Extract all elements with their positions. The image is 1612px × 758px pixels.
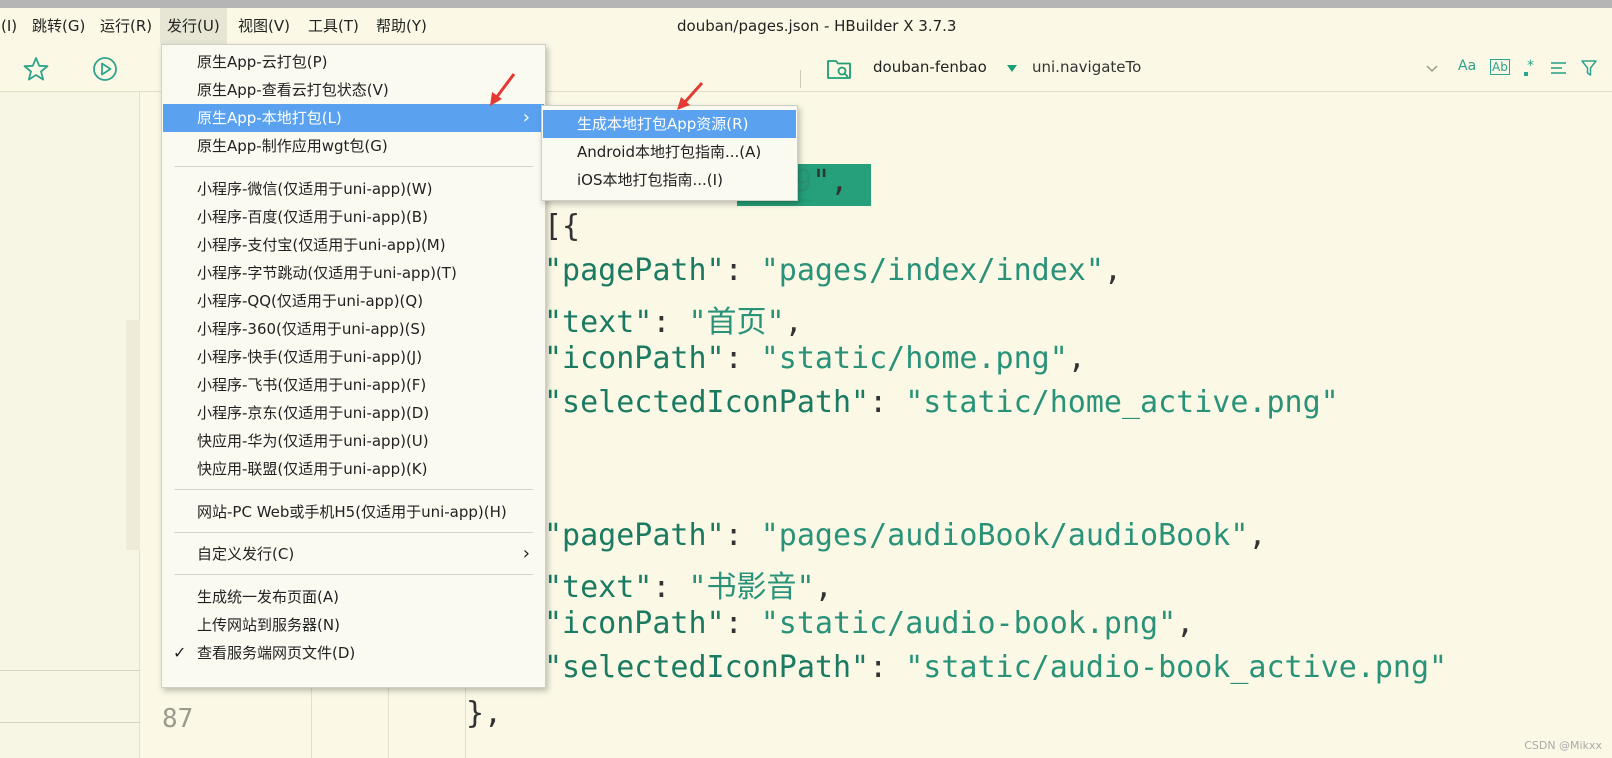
menu-item-mp-toutiao[interactable]: 小程序-字节跳动(仅适用于uni-app)(T)	[163, 259, 544, 287]
menu-divider	[174, 574, 533, 575]
line-number: 87	[162, 704, 194, 734]
menu-item-custom-publish[interactable]: 自定义发行(C) ›	[163, 540, 544, 568]
menu-item-quickapp-huawei[interactable]: 快应用-华为(仅适用于uni-app)(U)	[163, 427, 544, 455]
submenu-item-ios-guide[interactable]: iOS本地打包指南...(I)	[543, 166, 796, 194]
menu-item-mp-360[interactable]: 小程序-360(仅适用于uni-app)(S)	[163, 315, 544, 343]
window-title: douban/pages.json - HBuilder X 3.7.3	[677, 17, 957, 35]
chevron-down-icon[interactable]	[1425, 61, 1439, 80]
divider	[0, 670, 140, 671]
menu-item-wgt-pack[interactable]: 原生App-制作应用wgt包(G)	[163, 132, 544, 160]
code-key: "selectedIconPath"	[544, 650, 870, 685]
code-line: "text": "首页",	[544, 305, 803, 340]
code-value: "首页"	[688, 305, 785, 340]
code-line: [{	[544, 209, 581, 244]
annotation-arrow-icon	[490, 73, 516, 106]
menu-item-mp-baidu[interactable]: 小程序-百度(仅适用于uni-app)(B)	[163, 203, 544, 231]
menu-item-mp-weixin[interactable]: 小程序-微信(仅适用于uni-app)(W)	[163, 175, 544, 203]
code-key: "pagePath"	[544, 253, 725, 288]
code-line: "pagePath": "pages/index/index",	[544, 253, 1122, 288]
code-value: "static/audio-book_active.png"	[905, 650, 1448, 685]
code-value: "static/home.png"	[760, 341, 1068, 376]
menu-divider	[174, 166, 533, 167]
code-value: "书影音"	[688, 570, 815, 605]
code-key: "text"	[544, 305, 653, 340]
menu-item-generate-publish-page[interactable]: 生成统一发布页面(A)	[163, 583, 544, 611]
code-key: "text"	[544, 570, 653, 605]
menu-divider	[174, 489, 533, 490]
toolbar-separator	[800, 70, 801, 88]
menu-item-quickapp-union[interactable]: 快应用-联盟(仅适用于uni-app)(K)	[163, 455, 544, 483]
menu-item-label: 原生App-本地打包(L)	[197, 109, 342, 127]
project-selector[interactable]: douban-fenbao	[873, 58, 987, 76]
local-pack-submenu: 生成本地打包App资源(R) Android本地打包指南...(A) iOS本地…	[541, 105, 798, 201]
svg-text:*: *	[1527, 58, 1534, 74]
divider	[0, 722, 140, 723]
chevron-right-icon: ›	[522, 543, 530, 564]
menu-item-label: 查看服务端网页文件(D)	[197, 644, 356, 662]
scroll-strip	[126, 320, 140, 550]
code-punct: ",	[812, 164, 849, 199]
window-top-strip	[0, 0, 1612, 8]
code-key: "selectedIconPath"	[544, 385, 870, 420]
code-line: "iconPath": "static/audio-book.png",	[544, 606, 1195, 641]
code-value: "pages/index/index"	[760, 253, 1104, 288]
menu-item-view-server-files[interactable]: ✓ 查看服务端网页文件(D)	[163, 639, 544, 667]
menu-item-mp-alipay[interactable]: 小程序-支付宝(仅适用于uni-app)(M)	[163, 231, 544, 259]
checkmark-icon: ✓	[173, 643, 187, 662]
chevron-down-icon[interactable]	[1007, 65, 1017, 72]
submenu-item-generate-local-resources[interactable]: 生成本地打包App资源(R)	[543, 110, 796, 138]
menu-item-mp-lark[interactable]: 小程序-飞书(仅适用于uni-app)(F)	[163, 371, 544, 399]
code-line: "pagePath": "pages/audioBook/audioBook",	[544, 518, 1267, 553]
code-line: "text": "书影音",	[544, 570, 833, 605]
code-value: "static/audio-book.png"	[760, 606, 1177, 641]
submenu-item-android-guide[interactable]: Android本地打包指南...(A)	[543, 138, 796, 166]
align-lines-icon[interactable]	[1550, 59, 1568, 81]
menu-item-label: 自定义发行(C)	[197, 545, 295, 563]
menu-item-mp-qq[interactable]: 小程序-QQ(仅适用于uni-app)(Q)	[163, 287, 544, 315]
menu-item-upload-to-server[interactable]: 上传网站到服务器(N)	[163, 611, 544, 639]
regex-icon[interactable]: *	[1522, 58, 1540, 82]
menu-item-run[interactable]: 运行(R)	[93, 8, 159, 44]
code-key: "pagePath"	[544, 518, 725, 553]
publish-menu: 原生App-云打包(P) 原生App-查看云打包状态(V) 原生App-本地打包…	[161, 44, 546, 688]
menu-divider	[174, 532, 533, 533]
match-case-icon[interactable]: Aa	[1458, 58, 1476, 74]
annotation-arrow-icon	[677, 81, 704, 110]
menu-item-help[interactable]: 帮助(Y)	[369, 8, 434, 44]
menu-item-tools[interactable]: 工具(T)	[301, 8, 366, 44]
code-key: "iconPath"	[544, 341, 725, 376]
code-key: "iconPath"	[544, 606, 725, 641]
run-play-icon[interactable]	[91, 55, 119, 87]
code-line: "selectedIconPath": "static/home_active.…	[544, 385, 1339, 420]
whole-word-icon[interactable]: Ab	[1490, 59, 1510, 75]
project-folder-search-icon[interactable]	[826, 55, 854, 87]
menu-item-mp-kuaishou[interactable]: 小程序-快手(仅适用于uni-app)(J)	[163, 343, 544, 371]
code-value: "pages/audioBook/audioBook"	[760, 518, 1249, 553]
menu-item-web-h5[interactable]: 网站-PC Web或手机H5(仅适用于uni-app)(H)	[163, 498, 544, 526]
code-line: "selectedIconPath": "static/audio-book_a…	[544, 650, 1448, 685]
menu-item-view[interactable]: 视图(V)	[231, 8, 297, 44]
menu-item-mp-jd[interactable]: 小程序-京东(仅适用于uni-app)(D)	[163, 399, 544, 427]
left-panel	[0, 92, 140, 758]
menu-item-i[interactable]: (I)	[0, 8, 24, 44]
menu-item-jump[interactable]: 跳转(G)	[25, 8, 92, 44]
watermark: CSDN @Mikxx	[1524, 739, 1602, 752]
filter-icon[interactable]	[1580, 59, 1598, 81]
code-value: "static/home_active.png"	[905, 385, 1339, 420]
code-line: "iconPath": "static/home.png",	[544, 341, 1086, 376]
favorite-star-icon[interactable]	[22, 55, 50, 87]
navigation-field[interactable]: uni.navigateTo	[1032, 58, 1141, 76]
menu-bar: (I) 跳转(G) 运行(R) 发行(U) 视图(V) 工具(T) 帮助(Y) …	[0, 8, 1612, 46]
menu-item-publish[interactable]: 发行(U)	[160, 8, 227, 44]
code-line: },	[466, 696, 503, 731]
